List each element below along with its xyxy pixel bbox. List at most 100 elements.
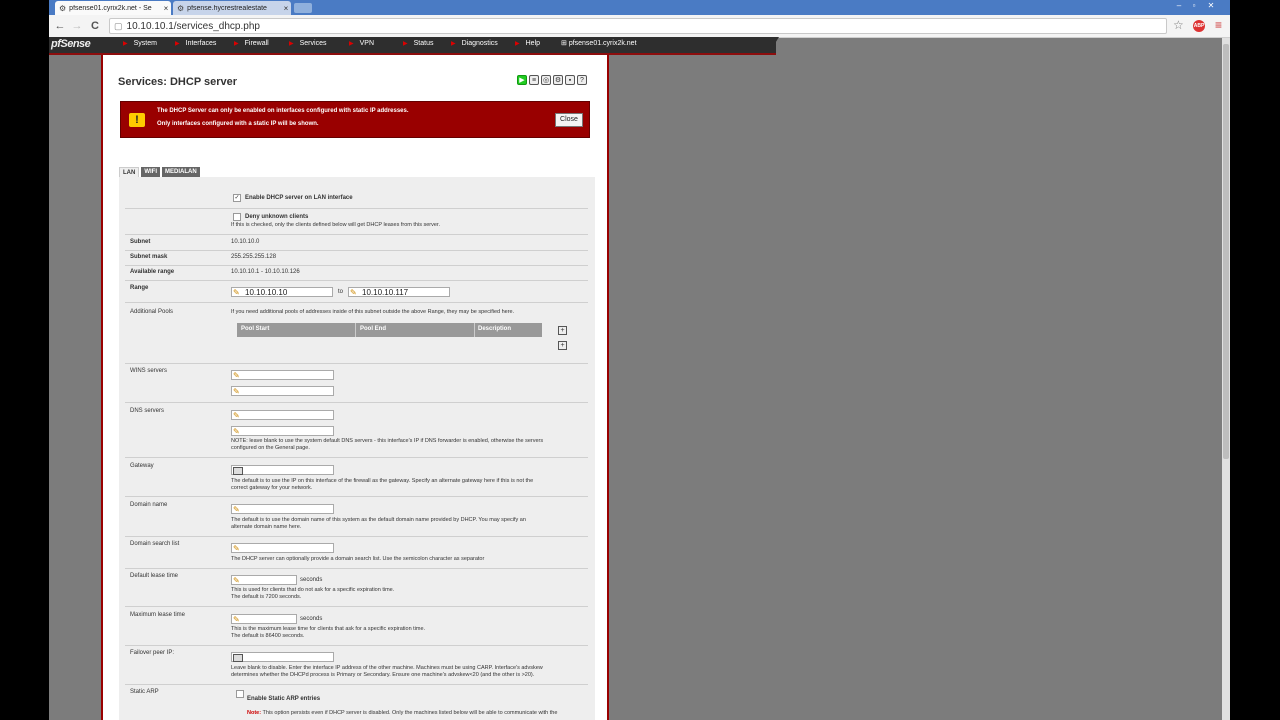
add-pool-icon[interactable]: + bbox=[558, 326, 567, 335]
dns-servers-label: DNS servers bbox=[130, 408, 165, 414]
wins-server-2-input[interactable]: ✎ bbox=[231, 386, 334, 396]
menu-firewall[interactable]: ▶ Firewall bbox=[234, 40, 269, 47]
domain-search-input[interactable]: ✎ bbox=[231, 543, 334, 553]
warning-icon: ! bbox=[129, 113, 145, 127]
close-alert-button[interactable]: Close bbox=[555, 113, 583, 127]
static-arp-note: Note: This option persists even if DHCP … bbox=[247, 710, 558, 716]
menu-vpn[interactable]: ▶ VPN bbox=[349, 40, 374, 47]
forward-button[interactable]: → bbox=[70, 19, 84, 33]
pencil-icon: ✎ bbox=[233, 411, 240, 420]
menu-services[interactable]: ▶ Services bbox=[289, 40, 326, 47]
menu-status[interactable]: ▶ Status bbox=[403, 40, 433, 47]
menu-system[interactable]: ▶ System bbox=[123, 40, 157, 47]
static-arp-checkbox[interactable] bbox=[236, 690, 244, 698]
pencil-icon: ✎ bbox=[350, 288, 357, 297]
divider bbox=[125, 250, 588, 251]
browser-menu-icon[interactable]: ≡ bbox=[1215, 18, 1222, 32]
menu-interfaces[interactable]: ▶ Interfaces bbox=[175, 40, 216, 47]
additional-pools-label: Additional Pools bbox=[130, 309, 174, 315]
address-bar[interactable]: ▢ 10.10.10.1/services_dhcp.php bbox=[109, 18, 1167, 34]
browser-window: ⚙ pfsense01.cyrix2k.net - Se × ⚙ pfsense… bbox=[49, 0, 1230, 720]
dhcp-form-panel: ✓ Enable DHCP server on LAN interface De… bbox=[119, 177, 595, 720]
menu-bar-tail bbox=[769, 37, 779, 53]
browser-tab-hycrest[interactable]: ⚙ pfsense.hycrestrealestate × bbox=[173, 1, 291, 15]
divider bbox=[125, 280, 588, 281]
menu-arrow-icon: ▶ bbox=[451, 41, 456, 47]
pools-table-header: Pool Start Pool End Description bbox=[237, 323, 542, 337]
adblock-icon[interactable]: ABP bbox=[1193, 20, 1205, 32]
dns-server-2-input[interactable]: ✎ bbox=[231, 426, 334, 436]
page-title: Services: DHCP server bbox=[118, 76, 238, 88]
domain-name-label: Domain name bbox=[130, 502, 168, 508]
default-lease-input[interactable]: ✎ bbox=[231, 575, 297, 585]
divider bbox=[125, 363, 588, 364]
pool-start-column: Pool Start bbox=[241, 326, 270, 332]
static-arp-label: Static ARP bbox=[130, 689, 159, 695]
max-lease-note-line-2: The default is 86400 seconds. bbox=[231, 633, 305, 639]
scrollbar-thumb[interactable] bbox=[1223, 44, 1229, 459]
column-divider bbox=[474, 323, 475, 337]
subnet-mask-label: Subnet mask bbox=[130, 254, 168, 260]
menu-arrow-icon: ▶ bbox=[175, 41, 180, 47]
range-to-input[interactable]: ✎ 10.10.10.117 bbox=[348, 287, 450, 297]
domain-name-note-line-2: alternate domain name here. bbox=[231, 524, 302, 530]
enable-dhcp-checkbox[interactable]: ✓ bbox=[233, 194, 241, 202]
log-icon[interactable]: ≡ bbox=[529, 75, 539, 85]
tab-strip: ⚙ pfsense01.cyrix2k.net - Se × ⚙ pfsense… bbox=[49, 0, 1230, 15]
tab-wifi[interactable]: WIFI bbox=[141, 167, 161, 177]
pfsense-favicon-icon: ⚙ bbox=[177, 3, 185, 13]
pencil-icon: ✎ bbox=[233, 505, 240, 514]
menu-help[interactable]: ▶ Help bbox=[515, 40, 540, 47]
pencil-icon: ✎ bbox=[233, 371, 240, 380]
menu-arrow-icon: ▶ bbox=[515, 41, 520, 47]
default-lease-label: Default lease time bbox=[130, 573, 179, 579]
main-content: Services: DHCP server ▶ ≡ ◎ ⚙ ▪ ? ! The … bbox=[101, 55, 609, 720]
default-lease-unit: seconds bbox=[300, 577, 323, 583]
available-range-value: 10.10.10.1 - 10.10.10.126 bbox=[231, 269, 300, 275]
host-icon: ⊞ bbox=[561, 40, 569, 47]
browser-toolbar: ← → C ▢ 10.10.10.1/services_dhcp.php ☆ AB… bbox=[49, 15, 1230, 38]
tab-medialan[interactable]: MEDIALAN bbox=[162, 167, 200, 177]
max-lease-input[interactable]: ✎ bbox=[231, 614, 297, 624]
static-arp-check-label: Enable Static ARP entries bbox=[247, 696, 321, 702]
minimize-icon[interactable]: – bbox=[1172, 1, 1186, 10]
maximize-icon[interactable]: ▫ bbox=[1187, 1, 1201, 10]
bookmark-star-icon[interactable]: ☆ bbox=[1173, 18, 1184, 32]
pencil-icon: ✎ bbox=[233, 427, 240, 436]
settings-icon[interactable]: ⚙ bbox=[553, 75, 563, 85]
menu-arrow-icon: ▶ bbox=[123, 41, 128, 47]
menu-diagnostics[interactable]: ▶ Diagnostics bbox=[451, 40, 498, 47]
back-button[interactable]: ← bbox=[53, 19, 67, 33]
default-lease-note-line-2: The default is 7200 seconds. bbox=[231, 594, 302, 600]
domain-search-note: The DHCP server can optionally provide a… bbox=[231, 556, 485, 562]
browser-tab-pfsense01[interactable]: ⚙ pfsense01.cyrix2k.net - Se × bbox=[55, 1, 171, 15]
deny-unknown-checkbox[interactable] bbox=[233, 213, 241, 221]
max-lease-label: Maximum lease time bbox=[130, 612, 186, 618]
divider bbox=[125, 302, 588, 303]
alert-line-1: The DHCP Server can only be enabled on i… bbox=[157, 108, 409, 114]
alert-banner: ! The DHCP Server can only be enabled on… bbox=[120, 101, 590, 138]
failover-input[interactable] bbox=[231, 652, 334, 662]
help-icon[interactable]: ? bbox=[577, 75, 587, 85]
divider bbox=[125, 234, 588, 235]
add-pool-row-icon[interactable]: + bbox=[558, 341, 567, 350]
divider bbox=[125, 265, 588, 266]
failover-label: Failover peer IP: bbox=[130, 650, 175, 656]
start-service-icon[interactable]: ▶ bbox=[517, 75, 527, 85]
status-icon[interactable]: ◎ bbox=[541, 75, 551, 85]
close-tab-icon[interactable]: × bbox=[161, 4, 171, 13]
gateway-input[interactable] bbox=[231, 465, 334, 475]
additional-pools-note: If you need additional pools of addresse… bbox=[231, 309, 515, 315]
close-tab-icon[interactable]: × bbox=[281, 4, 291, 13]
domain-name-input[interactable]: ✎ bbox=[231, 504, 334, 514]
pencil-icon: ✎ bbox=[233, 576, 240, 585]
reload-button[interactable]: C bbox=[88, 19, 102, 33]
new-tab-button[interactable] bbox=[294, 3, 312, 13]
divider bbox=[125, 536, 588, 537]
dns-server-1-input[interactable]: ✎ bbox=[231, 410, 334, 420]
pfsense-logo[interactable]: pfSense bbox=[51, 38, 91, 50]
close-window-icon[interactable]: ✕ bbox=[1204, 1, 1218, 10]
add-icon[interactable]: ▪ bbox=[565, 75, 575, 85]
wins-server-1-input[interactable]: ✎ bbox=[231, 370, 334, 380]
range-from-input[interactable]: ✎ 10.10.10.10 bbox=[231, 287, 333, 297]
